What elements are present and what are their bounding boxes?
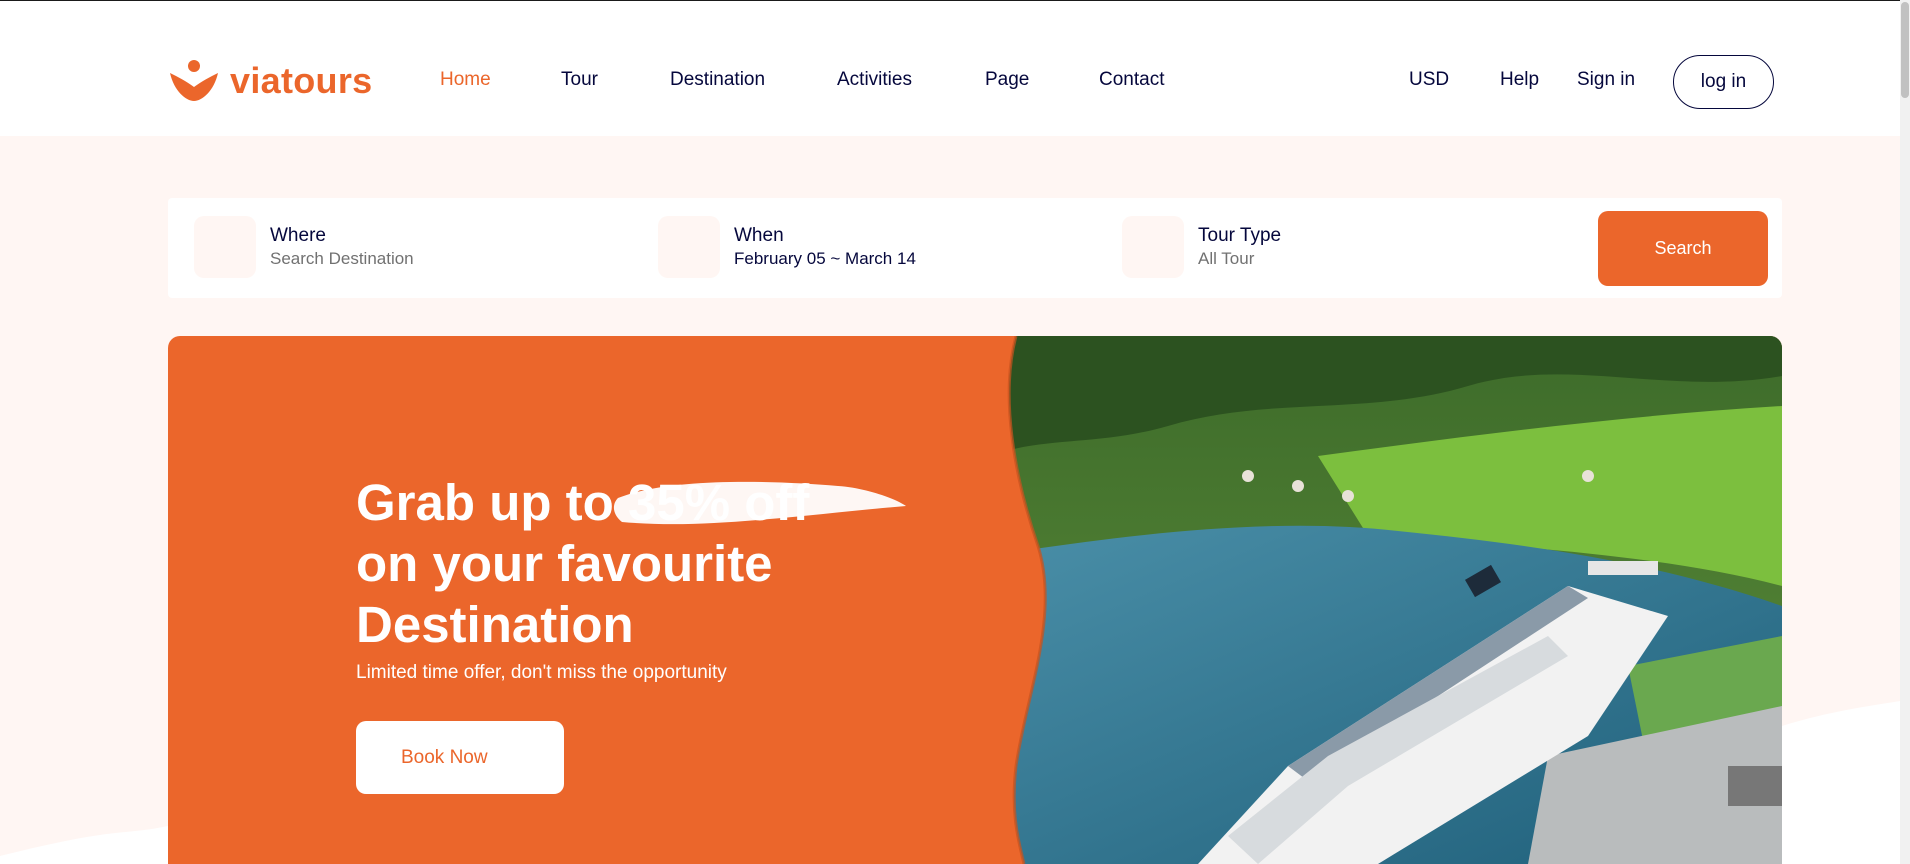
hero-title-part1: Grab up to [356, 474, 628, 531]
site-header: viatours Home Tour Destination Activitie… [0, 1, 1900, 136]
book-now-button[interactable]: Book Now [356, 721, 564, 794]
nav-contact[interactable]: Contact [1099, 69, 1164, 91]
currency-selector[interactable]: USD [1409, 69, 1449, 91]
where-label: Where [270, 225, 326, 246]
tour-type-field[interactable]: Tour Type All Tour [1122, 216, 1281, 278]
tour-type-select[interactable]: All Tour [1198, 249, 1281, 269]
nav-page[interactable]: Page [985, 69, 1029, 91]
hero-banner: Grab up to 35% off on your favourite Des… [168, 336, 1782, 864]
where-field[interactable]: Where Search Destination [194, 216, 414, 278]
help-link[interactable]: Help [1500, 69, 1539, 91]
when-label: When [734, 225, 784, 246]
signin-link[interactable]: Sign in [1577, 69, 1635, 91]
location-icon [194, 216, 256, 278]
tour-type-label: Tour Type [1198, 225, 1282, 246]
login-button[interactable]: log in [1673, 55, 1774, 109]
hero-title-part2: on your favourite Destination [356, 535, 773, 653]
where-input[interactable]: Search Destination [270, 249, 414, 269]
scrollbar[interactable] [1900, 0, 1910, 864]
search-button[interactable]: Search [1598, 211, 1768, 286]
hero-title-highlight: 35% off [627, 474, 810, 531]
nav-destination[interactable]: Destination [670, 69, 765, 91]
search-bar: Where Search Destination When February 0… [168, 198, 1782, 298]
hero-title: Grab up to 35% off on your favourite Des… [356, 472, 976, 655]
nav-home[interactable]: Home [440, 69, 491, 91]
nav-tour[interactable]: Tour [561, 69, 598, 91]
hero-subtitle: Limited time offer, don't miss the oppor… [356, 662, 727, 683]
logo-text: viatours [230, 60, 373, 101]
logo[interactable]: viatours [168, 59, 372, 103]
tour-type-icon [1122, 216, 1184, 278]
nav-activities[interactable]: Activities [837, 69, 912, 91]
when-input[interactable]: February 05 ~ March 14 [734, 249, 916, 269]
when-field[interactable]: When February 05 ~ March 14 [658, 216, 916, 278]
logo-icon [170, 60, 218, 101]
scrollbar-thumb[interactable] [1901, 2, 1909, 98]
calendar-icon [658, 216, 720, 278]
